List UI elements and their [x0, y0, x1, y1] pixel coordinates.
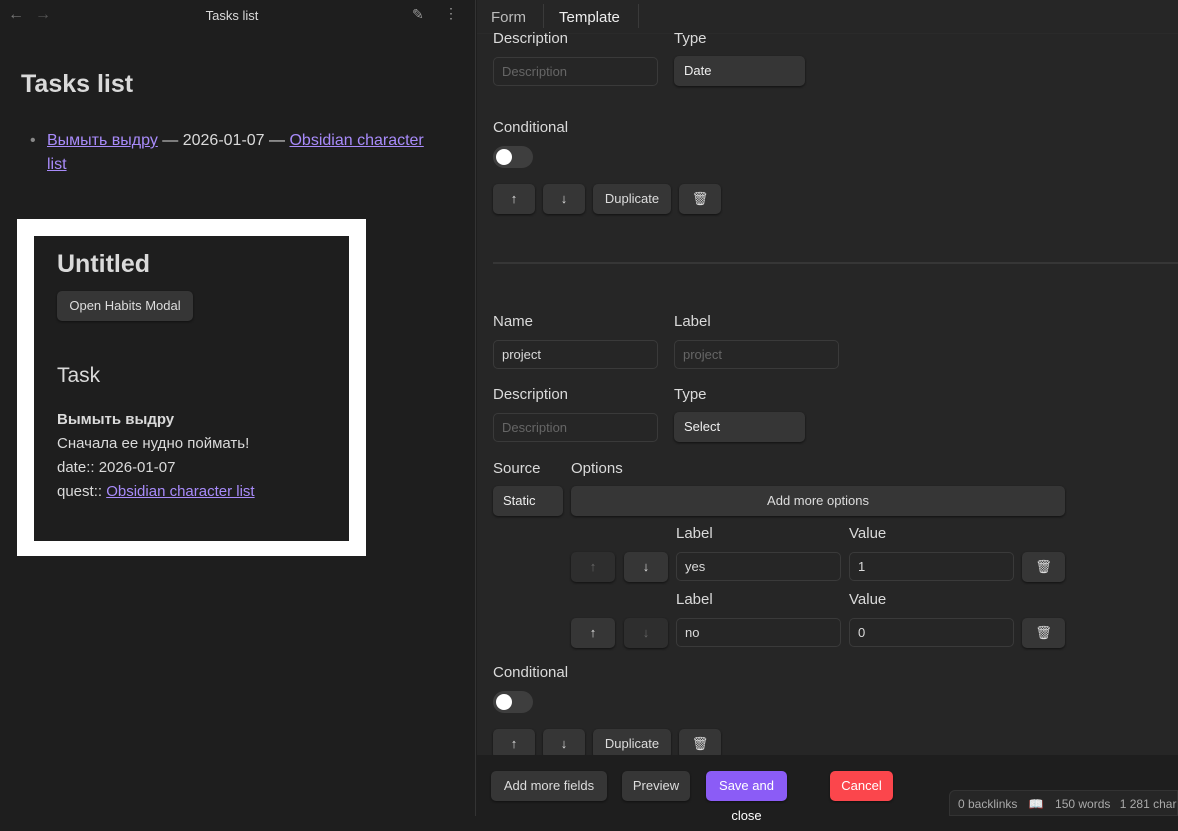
add-more-fields-button[interactable]: Add more fields [491, 771, 607, 801]
description-input[interactable]: Description [493, 57, 658, 86]
cancel-button[interactable]: Cancel [830, 771, 893, 801]
trash-icon: 🗑 [691, 736, 709, 751]
source-label: Source [493, 460, 541, 477]
tab-bar: Form Template [477, 0, 1178, 34]
option-move-up-button[interactable]: ↑ [571, 552, 615, 582]
trash-icon: 🗑 [1035, 559, 1052, 574]
reading-book-icon[interactable]: 📖 [1029, 797, 1044, 811]
option-value-input[interactable]: 0 [849, 618, 1014, 647]
divider [493, 262, 1178, 264]
move-up-button[interactable]: ↑ [493, 184, 535, 214]
embed-title: Untitled [57, 250, 151, 278]
option-delete-button[interactable]: 🗑 [1022, 552, 1065, 582]
status-bar: 0 backlinks 📖 150 words 1 281 chara [949, 790, 1178, 816]
source-select[interactable]: Static [493, 486, 563, 516]
note-pane: ← → Tasks list ✎ ⋮ Tasks list • Вымыть в… [0, 0, 476, 816]
page-title: Tasks list [21, 70, 134, 98]
type-select[interactable]: Select [674, 412, 805, 442]
embed-quest-link[interactable]: Obsidian character list [106, 483, 254, 500]
preview-button[interactable]: Preview [622, 771, 690, 801]
conditional-label: Conditional [493, 664, 569, 681]
embed-content: Untitled Open Habits Modal Task Вымыть в… [34, 236, 349, 541]
label-label: Label [674, 313, 711, 330]
option-delete-button[interactable]: 🗑 [1022, 618, 1065, 648]
more-options-icon[interactable]: ⋮ [444, 5, 458, 22]
add-more-options-button[interactable]: Add more options [571, 486, 1065, 516]
options-label: Options [571, 460, 623, 477]
label-input[interactable]: project [674, 340, 839, 369]
save-and-close-button[interactable]: Save and close [706, 771, 787, 823]
type-label: Type [674, 30, 707, 47]
task-title: Вымыть выдру [57, 411, 175, 428]
section-heading: Task [57, 364, 101, 387]
trash-icon: 🗑 [1035, 625, 1052, 640]
option-move-down-button[interactable]: ↓ [624, 552, 668, 582]
word-count: 150 words [1055, 797, 1111, 811]
option-value-header: Value [849, 591, 887, 608]
conditional-label: Conditional [493, 119, 569, 136]
description-label: Description [493, 386, 569, 403]
type-label: Type [674, 386, 707, 403]
name-label: Name [493, 313, 534, 330]
list-item: • Вымыть выдру — 2026-01-07 — Obsidian c… [30, 132, 424, 173]
character-count: 1 281 chara [1119, 797, 1178, 811]
edit-pencil-icon[interactable]: ✎ [412, 6, 424, 23]
backlinks-count[interactable]: 0 backlinks [958, 797, 1017, 811]
delete-field-button[interactable]: 🗑 [679, 184, 721, 214]
form-modal: Form Template Description Type Descripti… [477, 0, 1178, 823]
type-select[interactable]: Date [674, 56, 805, 86]
option-value-header: Value [849, 525, 887, 542]
duplicate-button[interactable]: Duplicate [593, 184, 671, 214]
open-habits-modal-button[interactable]: Open Habits Modal [57, 291, 193, 321]
tab-form[interactable]: Form [491, 9, 526, 26]
conditional-toggle[interactable] [493, 691, 533, 713]
option-move-down-button[interactable]: ↓ [624, 618, 668, 648]
task-date: date:: 2026-01-07 [57, 459, 176, 476]
option-label-input[interactable]: no [676, 618, 841, 647]
task-details: Вымыть выдру Сначала ее нудно поймать! d… [57, 408, 255, 504]
name-input[interactable]: project [493, 340, 658, 369]
task-meta: — 2026-01-07 — [157, 132, 290, 149]
move-down-button[interactable]: ↓ [543, 184, 585, 214]
task-description: Сначала ее нудно поймать! [57, 435, 250, 452]
embed-frame: Untitled Open Habits Modal Task Вымыть в… [17, 219, 366, 556]
description-label: Description [493, 30, 569, 47]
quest-label: quest:: [57, 483, 107, 500]
description-input[interactable]: Description [493, 413, 658, 442]
tab-title: Tasks list [205, 8, 259, 23]
option-label-input[interactable]: yes [676, 552, 841, 581]
conditional-toggle[interactable] [493, 146, 533, 168]
option-value-input[interactable]: 1 [849, 552, 1014, 581]
option-move-up-button[interactable]: ↑ [571, 618, 615, 648]
trash-icon: 🗑 [691, 191, 709, 206]
option-label-header: Label [676, 525, 713, 542]
tab-template[interactable]: Template [559, 9, 620, 26]
task-link[interactable]: Вымыть выдру [47, 132, 158, 149]
option-label-header: Label [676, 591, 713, 608]
